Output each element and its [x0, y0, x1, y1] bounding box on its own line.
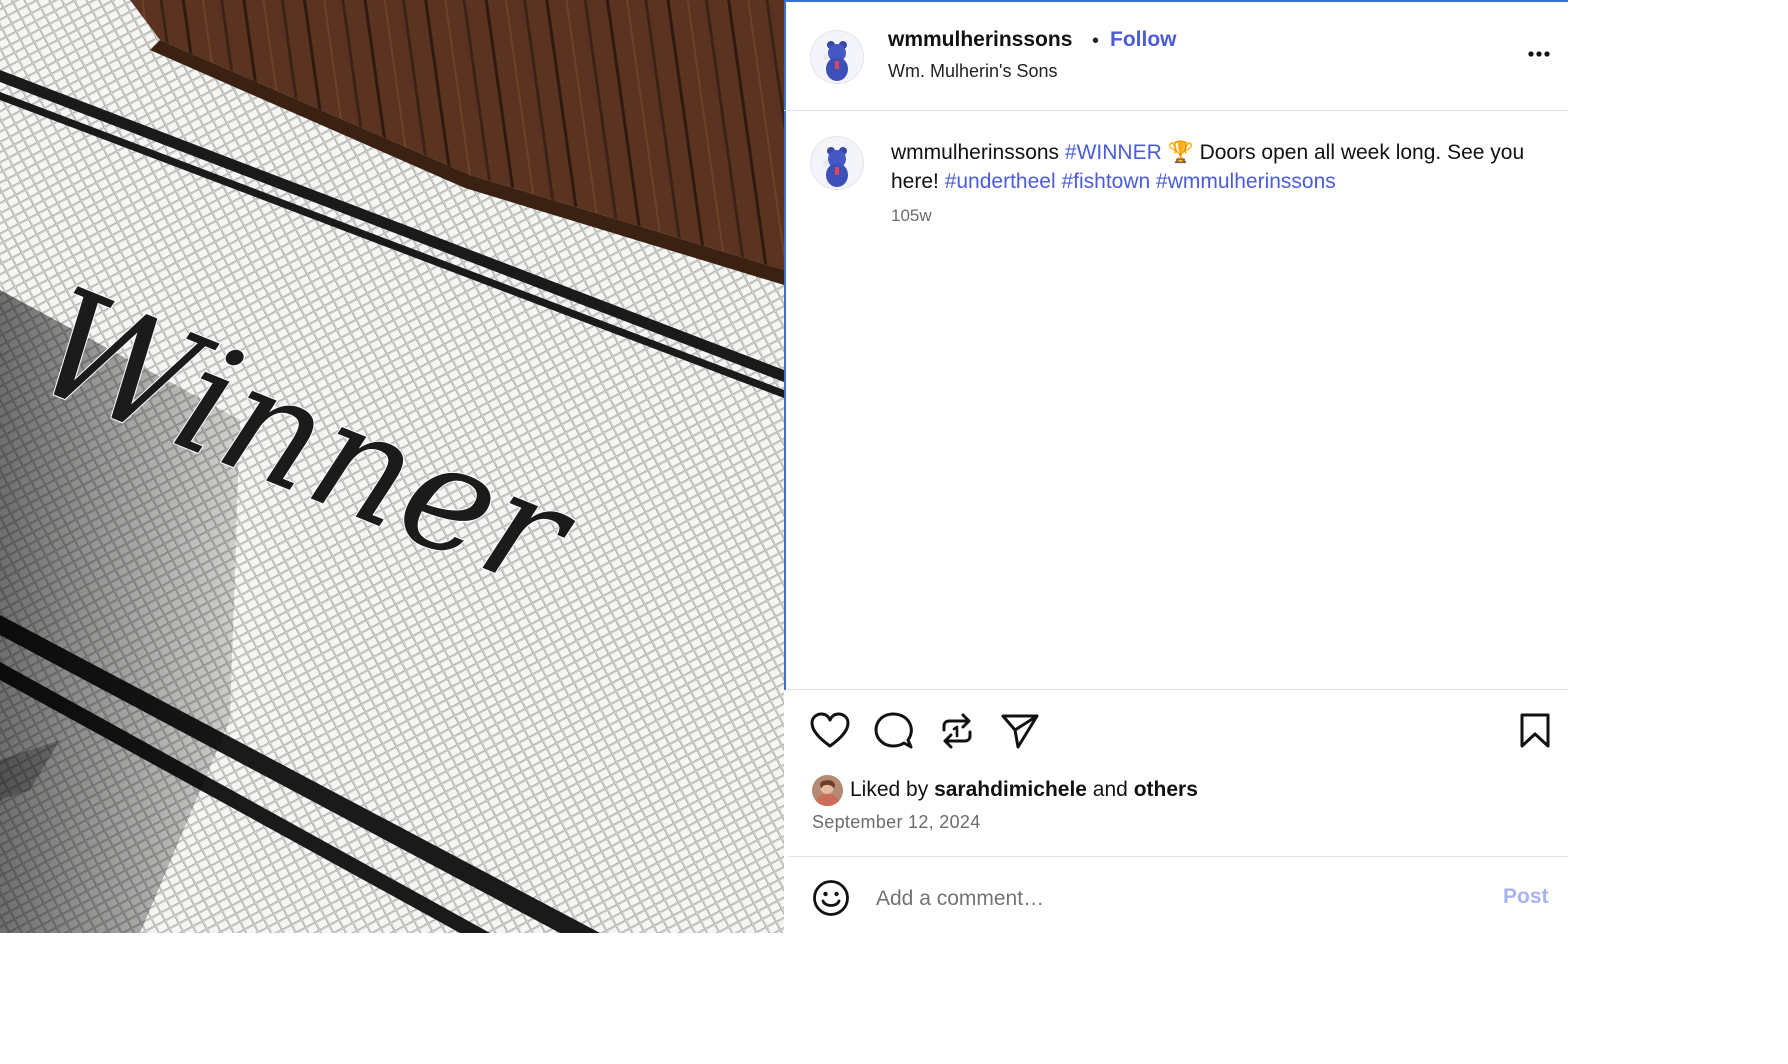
focus-frame-top: [784, 0, 1568, 2]
more-horizontal-icon: [1528, 51, 1550, 57]
bear-mascot-icon: [811, 31, 863, 83]
trophy-emoji: 🏆: [1167, 141, 1194, 164]
liked-by-prefix: Liked by: [850, 778, 935, 801]
hashtag-winner[interactable]: #WINNER: [1065, 141, 1162, 164]
save-button[interactable]: [1518, 712, 1552, 755]
post-comment-button[interactable]: Post: [1503, 885, 1549, 909]
header-divider: [784, 110, 1568, 111]
comment-button[interactable]: [874, 712, 914, 755]
liked-by-and: and: [1086, 778, 1134, 801]
post-date[interactable]: September 12, 2024: [812, 812, 981, 833]
bookmark-icon: [1520, 713, 1550, 748]
bear-mascot-icon: [811, 137, 863, 189]
post-photo: Winner: [0, 0, 784, 933]
comment-input[interactable]: [874, 880, 1478, 918]
emoji-button[interactable]: [812, 879, 850, 922]
liker-username[interactable]: sarahdimichele: [934, 778, 1087, 801]
caption-avatar[interactable]: [810, 136, 864, 190]
focus-frame-left: [784, 0, 786, 690]
comment-divider: [788, 856, 1568, 857]
smiley-icon: [813, 880, 849, 916]
header-username[interactable]: wmmulherinssons: [888, 28, 1072, 52]
speech-bubble-icon: [874, 712, 913, 749]
likes-others-link[interactable]: others: [1134, 778, 1198, 801]
caption-username[interactable]: wmmulherinssons: [891, 141, 1059, 164]
repost-button[interactable]: [938, 712, 976, 755]
follow-button[interactable]: Follow: [1110, 28, 1177, 52]
person-photo-icon: [812, 775, 843, 806]
like-button[interactable]: [810, 712, 850, 755]
actions-divider: [788, 689, 1568, 690]
separator-dot: •: [1092, 30, 1100, 52]
post-detail-panel: wmmulherinssons • Follow Wm. Mulherin's …: [784, 0, 1568, 933]
display-name: Wm. Mulherin's Sons: [888, 61, 1058, 81]
post-caption: wmmulherinssons #WINNER 🏆 Doors open all…: [891, 138, 1541, 196]
paper-plane-icon: [1001, 714, 1039, 749]
heart-icon: [810, 712, 850, 748]
liked-by-text: Liked by sarahdimichele and others: [850, 778, 1198, 802]
hashtag-wmmulherinssons[interactable]: #wmmulherinssons: [1156, 170, 1336, 193]
hashtag-fishtown[interactable]: #fishtown: [1061, 170, 1150, 193]
post-age[interactable]: 105w: [891, 206, 932, 226]
hashtag-undertheel[interactable]: #undertheel: [945, 170, 1056, 193]
profile-avatar[interactable]: [810, 30, 864, 84]
share-button[interactable]: [1000, 712, 1040, 755]
mosaic-floor-image: Winner: [0, 0, 784, 933]
liker-avatar[interactable]: [812, 775, 843, 806]
more-options-button[interactable]: [1526, 40, 1556, 60]
repost-icon: [942, 713, 972, 749]
